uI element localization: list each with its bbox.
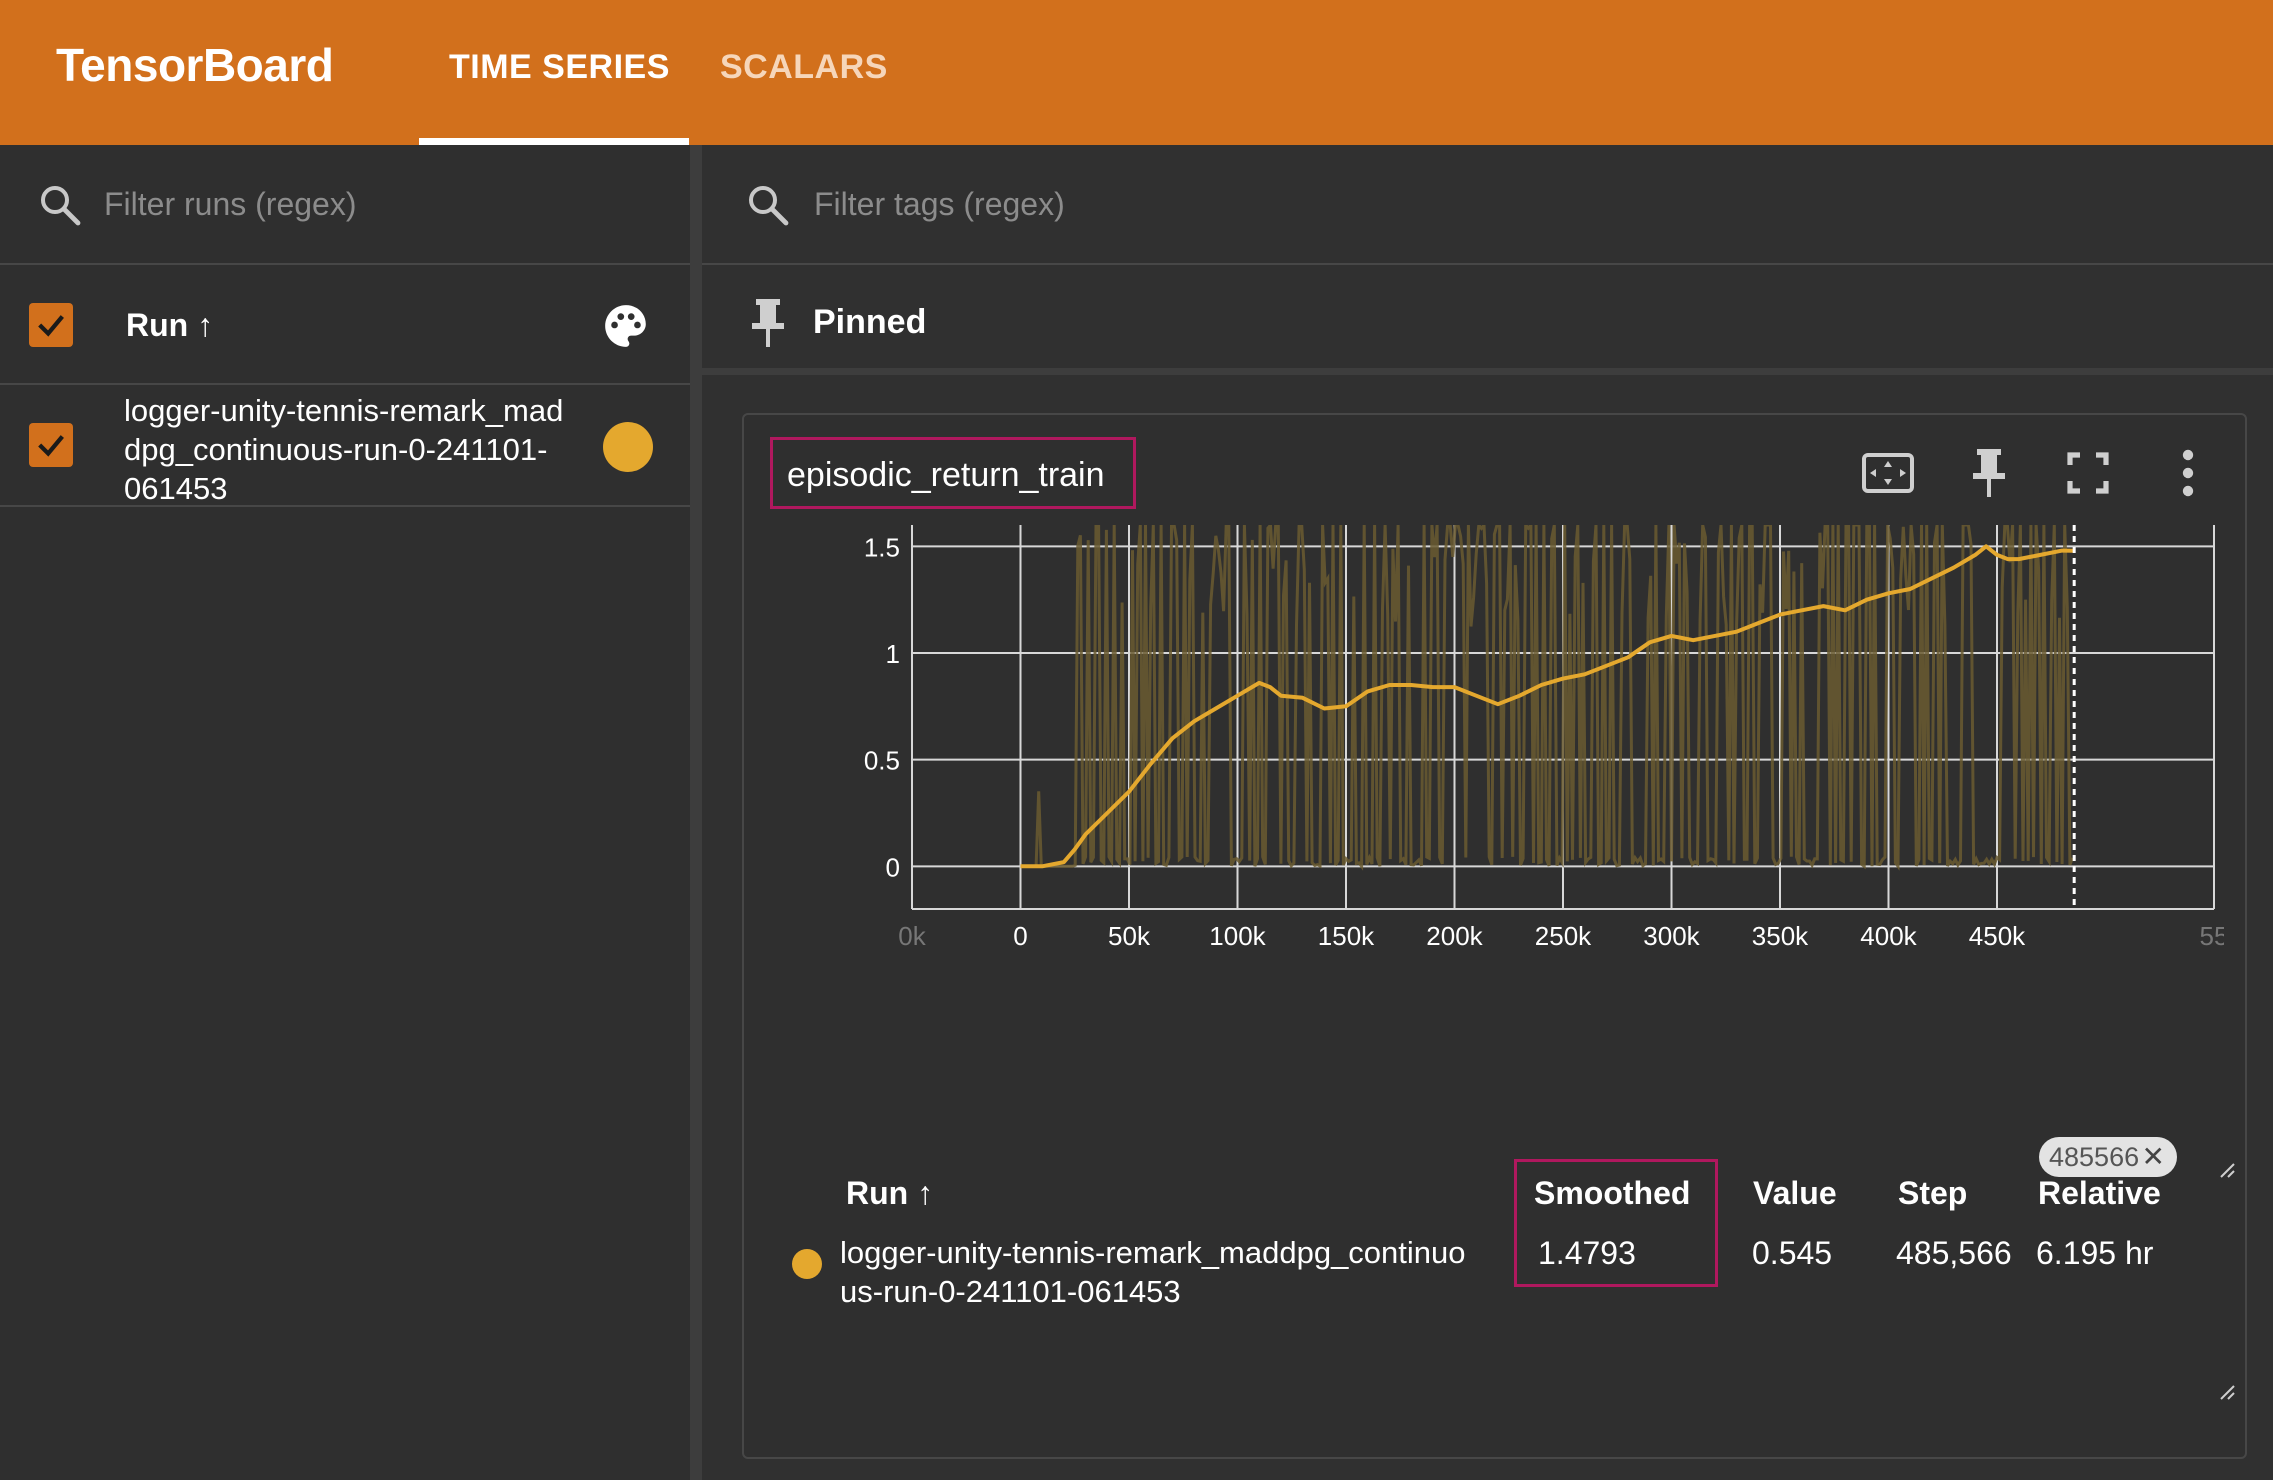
tab-scalars[interactable]: SCALARS [720,48,888,87]
fit-domain-icon[interactable] [1858,445,1918,501]
run-name: logger-unity-tennis-remark_maddpg_contin… [124,393,564,506]
pin-icon[interactable] [1959,445,2019,501]
pinned-section-header: Pinned [702,267,2273,375]
pin-icon [752,299,784,347]
y-tick-label: 0.5 [864,746,900,776]
run-column-sort[interactable]: Run ↑ [126,307,213,344]
close-icon[interactable]: ✕ [2142,1137,2165,1177]
select-all-checkbox[interactable] [29,303,73,347]
runs-filter-input[interactable]: Filter runs (regex) [104,186,357,223]
top-bar: TensorBoard TIME SERIES SCALARS [0,0,2273,145]
palette-icon[interactable] [601,301,651,351]
main-panel: Filter tags (regex) Pinned episodic_retu… [702,145,2273,1480]
run-list-item[interactable]: logger-unity-tennis-remark_maddpg_contin… [0,385,690,507]
hover-step-value: 485566 [2049,1142,2140,1172]
table-run-name: logger-unity-tennis-remark_maddpg_contin… [840,1235,1466,1309]
x-tick-label: 55 [2200,921,2224,951]
x-tick-label: 300k [1643,921,1700,951]
runs-search: Filter runs (regex) [0,145,690,265]
search-icon [41,186,81,226]
card-title: episodic_return_train [787,456,1105,494]
table-header-run[interactable]: Run ↑ [846,1175,933,1212]
table-relative: 6.195 hr [2036,1235,2154,1271]
x-tick-label: 0k [898,921,926,951]
run-checkbox[interactable] [29,423,73,467]
checkmark-icon [38,435,64,457]
x-tick-label: 450k [1969,921,2026,951]
run-color-dot [792,1249,822,1279]
tags-search: Filter tags (regex) [702,145,2273,265]
more-vert-icon[interactable] [2158,445,2218,501]
scalar-card: episodic_return_train 0 0.5 1 1.5 0k 0 50k 1 [742,413,2247,1459]
table-header-relative[interactable]: Relative [2038,1175,2161,1212]
active-tab-indicator [419,138,689,145]
x-tick-label: 200k [1426,921,1483,951]
run-color-swatch[interactable] [603,422,653,472]
y-tick-label: 1 [886,639,900,669]
table-header-value[interactable]: Value [1753,1175,1837,1212]
x-tick-label: 400k [1860,921,1917,951]
x-tick-label: 50k [1108,921,1151,951]
checkmark-icon [38,315,64,337]
fullscreen-icon[interactable] [2058,445,2118,501]
table-header-smoothed[interactable]: Smoothed [1534,1175,1690,1212]
search-icon [749,186,789,226]
line-chart[interactable]: 0 0.5 1 1.5 0k 0 50k 100k 150k 200k 250k 300k 350k 40… [804,515,2224,1075]
x-tick-label: 150k [1318,921,1375,951]
table-smoothed-value: 1.4793 [1538,1235,1636,1271]
runs-sidebar: Filter runs (regex) Run ↑ logger-unity-t… [0,145,690,1480]
sidebar-divider[interactable] [690,145,702,1480]
pinned-title: Pinned [813,303,927,341]
x-tick-label: 100k [1209,921,1266,951]
runs-table-header: Run ↑ [0,265,690,385]
resize-handle-icon[interactable] [2218,1161,2238,1181]
table-header-step[interactable]: Step [1898,1175,1967,1212]
y-tick-label: 1.5 [864,532,900,562]
table-step: 485,566 [1896,1235,2012,1271]
y-tick-label: 0 [886,852,900,882]
table-value: 0.545 [1752,1235,1833,1271]
tags-filter-input[interactable]: Filter tags (regex) [814,186,1065,223]
x-tick-label: 350k [1752,921,1809,951]
tab-time-series[interactable]: TIME SERIES [449,48,670,87]
x-tick-label: 0 [1013,921,1027,951]
resize-handle-icon[interactable] [2218,1383,2238,1403]
hover-step-chip[interactable]: 485566 ✕ [2039,1137,2177,1177]
raw-series [1020,525,2074,871]
x-tick-label: 250k [1535,921,1592,951]
card-title-highlight: episodic_return_train [770,437,1136,509]
brand-logo: TensorBoard [56,39,334,91]
raw-series-line [1020,525,2074,871]
